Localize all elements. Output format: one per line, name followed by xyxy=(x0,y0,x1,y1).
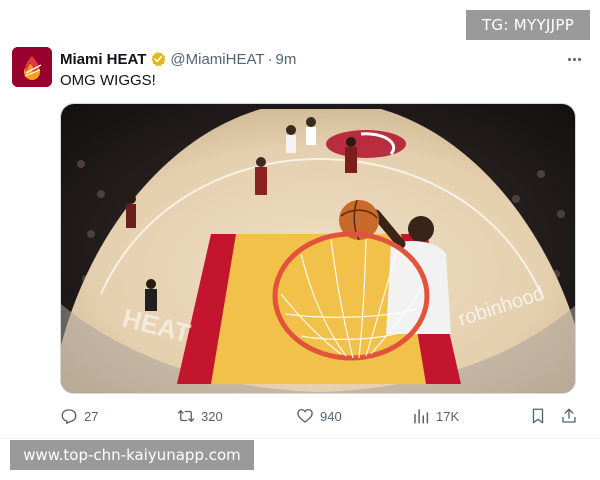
share-button[interactable] xyxy=(560,403,578,429)
repost-count: 320 xyxy=(201,408,223,424)
verified-badge-icon xyxy=(151,51,167,67)
reply-button[interactable]: 27 xyxy=(60,403,98,429)
reply-count: 27 xyxy=(84,408,99,424)
repost-icon xyxy=(177,410,195,422)
views-icon xyxy=(414,409,429,424)
like-button[interactable]: 940 xyxy=(296,403,342,429)
tweet-media[interactable]: HEAT robinhood xyxy=(60,103,576,394)
user-handle[interactable]: @MiamiHEAT xyxy=(170,51,264,68)
views-button[interactable]: 17K xyxy=(412,403,459,429)
timestamp[interactable]: 9m xyxy=(276,51,297,68)
display-name[interactable]: Miami HEAT xyxy=(60,51,146,68)
share-icon xyxy=(562,408,576,423)
bookmark-icon xyxy=(532,408,544,424)
watermark-url: www.top-chn-kaiyunapp.com xyxy=(10,440,254,470)
more-icon[interactable] xyxy=(564,50,584,68)
reply-icon xyxy=(61,409,77,425)
like-count: 940 xyxy=(320,408,342,424)
views-count: 17K xyxy=(436,408,460,424)
heart-icon xyxy=(297,408,313,423)
watermark-tg: TG: MYYJJPP xyxy=(466,10,590,40)
heat-logo-icon xyxy=(12,47,52,87)
bookmark-button[interactable] xyxy=(529,403,547,429)
tweet-header: Miami HEAT @MiamiHEAT · 9m xyxy=(60,48,584,70)
tweet-actions: 27 320 940 17K xyxy=(60,403,580,429)
tweet-text: OMG WIGGS! xyxy=(60,72,156,89)
basketball-photo: HEAT robinhood xyxy=(61,104,575,393)
repost-button[interactable]: 320 xyxy=(177,403,223,429)
separator-dot: · xyxy=(267,50,273,68)
avatar[interactable] xyxy=(12,47,52,87)
divider xyxy=(0,438,600,439)
